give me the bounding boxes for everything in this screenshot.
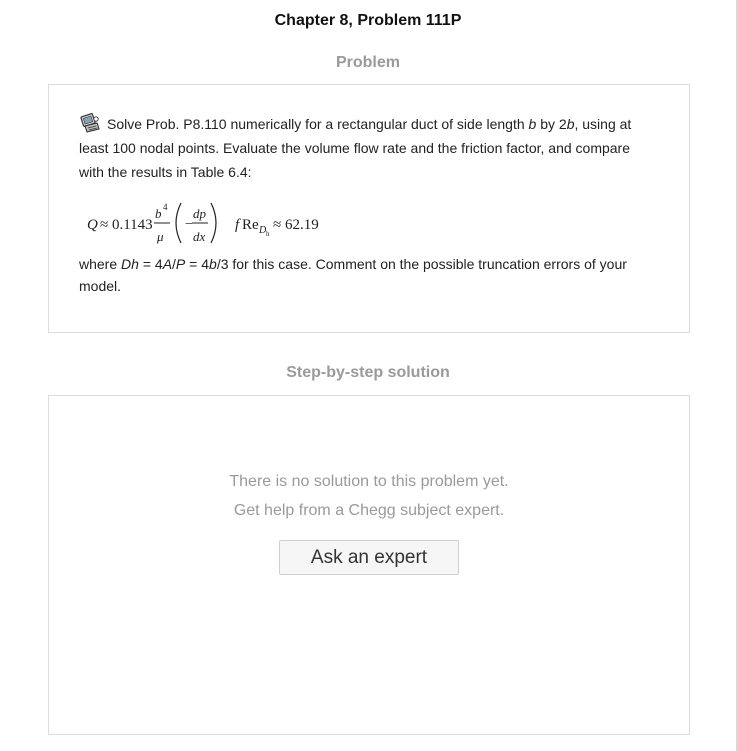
eq-paren-right bbox=[210, 202, 217, 244]
eq-paren-left bbox=[175, 202, 182, 244]
problem-text-a: Solve Prob. P8.110 numerically for a rec… bbox=[107, 116, 529, 132]
eq-f: f bbox=[235, 217, 241, 233]
text-eq2: = 4 bbox=[185, 256, 210, 272]
eq-pow: 4 bbox=[163, 202, 168, 212]
eq-num-b: b bbox=[155, 206, 162, 221]
problem-box: Solve Prob. P8.110 numerically for a rec… bbox=[48, 84, 690, 333]
problem-text-b: by 2 bbox=[536, 116, 567, 132]
no-solution-message: There is no solution to this problem yet… bbox=[229, 473, 509, 490]
problem-heading: Problem bbox=[335, 54, 400, 71]
eq-den-mu: μ bbox=[156, 229, 164, 244]
problem-statement-2: where Dh = 4A/P = 4b/3 for this case. Co… bbox=[79, 253, 654, 297]
eq-dx: dx bbox=[193, 229, 206, 244]
var-P: P bbox=[175, 256, 186, 272]
eq-minus: − bbox=[185, 217, 193, 232]
eq-approx2: ≈ 62.19 bbox=[273, 217, 319, 233]
solution-heading: Step-by-step solution bbox=[286, 364, 450, 381]
var-A: A bbox=[162, 256, 173, 272]
equation: Q ≈ 0.1143 b 4 μ − dp dx f Re D h ≈ 62.1… bbox=[87, 198, 337, 248]
help-message: Get help from a Chegg subject expert. bbox=[233, 502, 505, 519]
var-Dh: Dh bbox=[121, 256, 139, 272]
eq-dp: dp bbox=[193, 206, 207, 221]
page-title: Chapter 8, Problem 111P bbox=[274, 12, 462, 29]
eq-sub-h: h bbox=[266, 230, 270, 238]
eq-Re: Re bbox=[242, 217, 259, 233]
problem-statement: Solve Prob. P8.110 numerically for a rec… bbox=[79, 112, 654, 184]
text-eq1: = 4 bbox=[138, 256, 163, 272]
solution-box: There is no solution to this problem yet… bbox=[48, 395, 690, 735]
eq-Q: Q bbox=[87, 217, 98, 233]
var-b-3: b bbox=[209, 256, 217, 272]
computer-icon bbox=[79, 113, 101, 135]
ask-expert-button[interactable]: Ask an expert bbox=[279, 540, 459, 575]
text-where: where bbox=[79, 256, 122, 272]
eq-approx1: ≈ 0.1143 bbox=[100, 217, 153, 233]
